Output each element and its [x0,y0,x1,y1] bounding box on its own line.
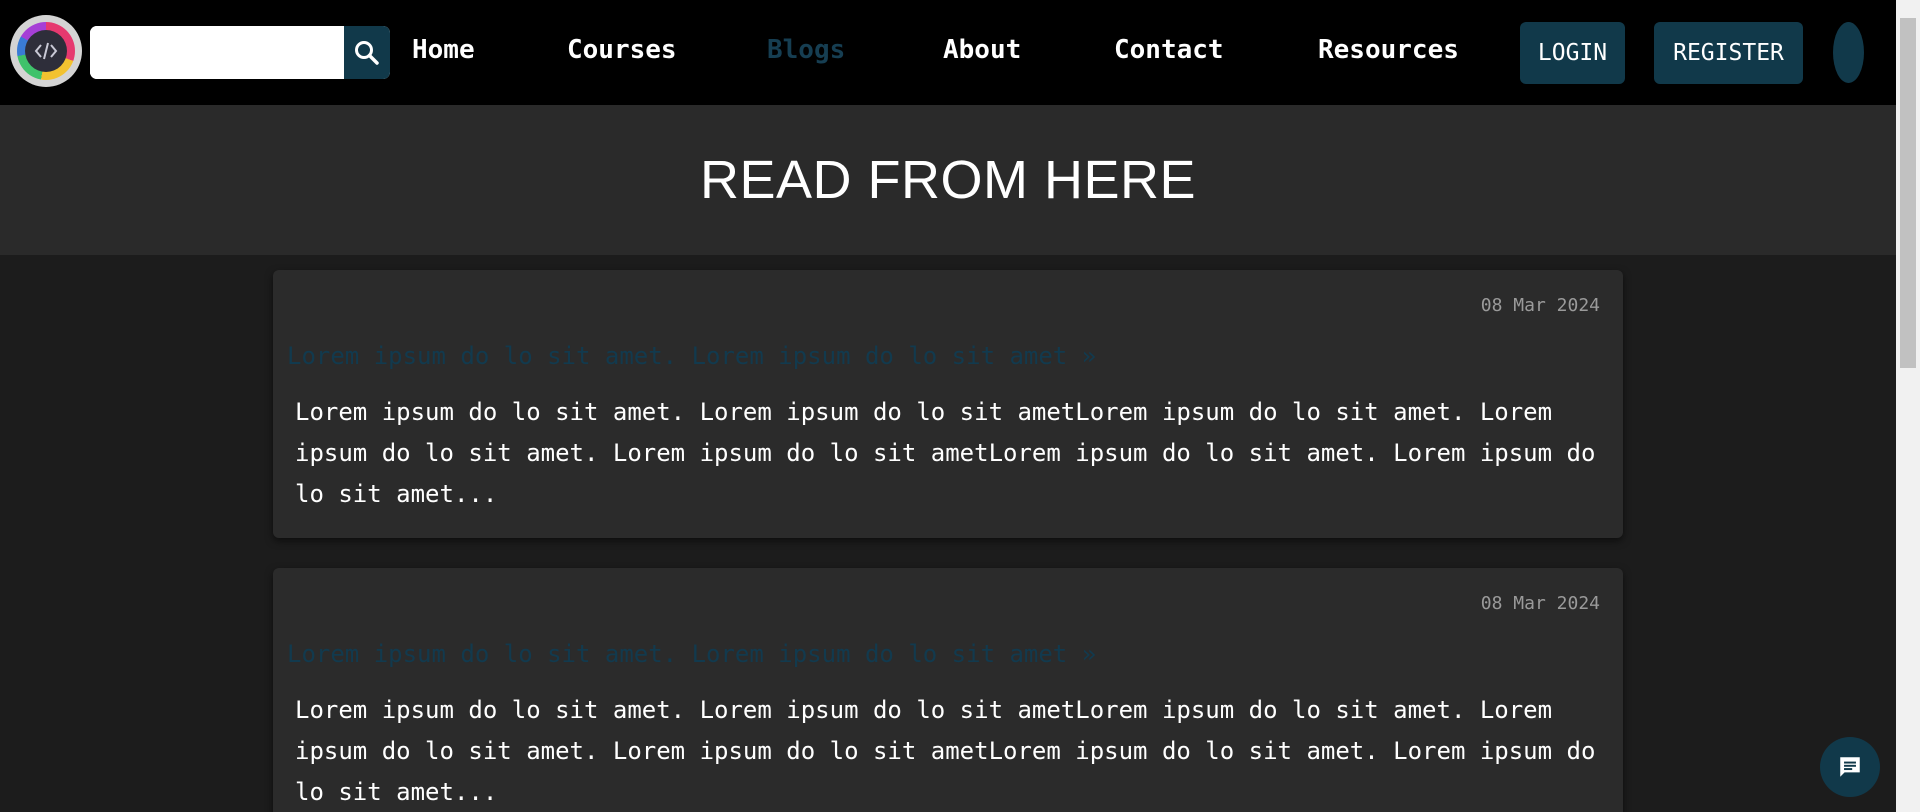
post-title-link[interactable]: Lorem ipsum do lo sit amet. Lorem ipsum … [287,640,1096,668]
code-logo-icon [25,30,67,72]
nav-contact[interactable]: Contact [1114,35,1224,65]
blog-card: 08 Mar 2024 Lorem ipsum do lo sit amet. … [273,270,1623,538]
search-button[interactable] [344,26,390,79]
chat-button[interactable] [1820,737,1880,797]
scrollbar-thumb[interactable] [1900,18,1916,368]
search-box [90,26,390,79]
post-title-link[interactable]: Lorem ipsum do lo sit amet. Lorem ipsum … [287,342,1096,370]
nav-blogs[interactable]: Blogs [767,35,845,65]
site-logo[interactable] [10,15,82,87]
avatar[interactable] [1833,22,1864,83]
nav-courses[interactable]: Courses [567,35,677,65]
post-date: 08 Mar 2024 [1480,593,1600,614]
login-button[interactable]: LOGIN [1520,22,1625,84]
nav-home[interactable]: Home [412,35,475,65]
search-input[interactable] [90,26,344,79]
hero-banner: READ FROM HERE [0,105,1896,255]
search-icon [355,40,379,65]
chat-icon [1840,757,1860,777]
page-title: READ FROM HERE [699,150,1197,210]
post-excerpt: Lorem ipsum do lo sit amet. Lorem ipsum … [295,696,1596,806]
navbar: Home Courses Blogs About Contact Resourc… [0,0,1896,105]
register-button[interactable]: REGISTER [1654,22,1803,84]
post-excerpt: Lorem ipsum do lo sit amet. Lorem ipsum … [295,398,1596,508]
nav-about[interactable]: About [943,35,1021,65]
post-date: 08 Mar 2024 [1480,295,1600,316]
blog-card: 08 Mar 2024 Lorem ipsum do lo sit amet. … [273,568,1623,812]
page-scrollbar[interactable] [1896,0,1920,812]
nav-resources[interactable]: Resources [1318,35,1459,65]
